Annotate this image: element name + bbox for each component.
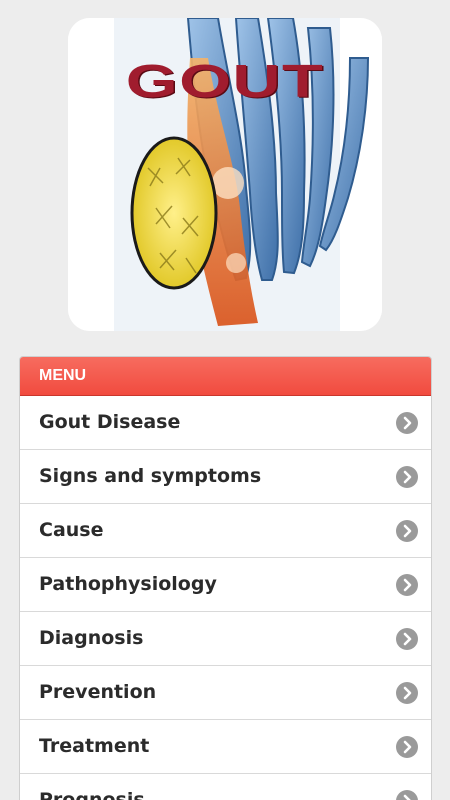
menu-item-cause[interactable]: Cause: [20, 504, 431, 558]
menu-item-pathophysiology[interactable]: Pathophysiology: [20, 558, 431, 612]
menu-item-label: Prevention: [39, 681, 157, 703]
menu-item-prognosis[interactable]: Prognosis: [20, 774, 431, 800]
chevron-right-circle-icon: [396, 466, 418, 488]
menu-item-label: Cause: [39, 519, 104, 541]
menu-item-label: Prognosis: [39, 789, 145, 800]
chevron-right-circle-icon: [396, 412, 418, 434]
menu-item-gout-disease[interactable]: Gout Disease: [20, 396, 431, 450]
menu-item-treatment[interactable]: Treatment: [20, 720, 431, 774]
menu-item-label: Diagnosis: [39, 627, 144, 649]
menu-item-signs-and-symptoms[interactable]: Signs and symptoms: [20, 450, 431, 504]
chevron-right-circle-icon: [396, 628, 418, 650]
menu-item-prevention[interactable]: Prevention: [20, 666, 431, 720]
chevron-right-circle-icon: [396, 736, 418, 758]
hero-title: GOUT: [125, 55, 325, 107]
menu-item-label: Treatment: [39, 735, 150, 757]
menu-panel: MENU Gout Disease Signs and symptoms Cau…: [19, 356, 432, 800]
menu-item-label: Signs and symptoms: [39, 465, 262, 487]
chevron-right-circle-icon: [396, 790, 418, 800]
app-screen: GOUT MENU Gout Disease Signs and symptom…: [0, 0, 450, 800]
menu-item-label: Gout Disease: [39, 411, 181, 433]
chevron-right-circle-icon: [396, 520, 418, 542]
menu-header: MENU: [20, 357, 431, 396]
chevron-right-circle-icon: [396, 682, 418, 704]
hero-image: GOUT: [68, 18, 382, 331]
menu-item-label: Pathophysiology: [39, 573, 217, 595]
chevron-right-circle-icon: [396, 574, 418, 596]
menu-item-diagnosis[interactable]: Diagnosis: [20, 612, 431, 666]
